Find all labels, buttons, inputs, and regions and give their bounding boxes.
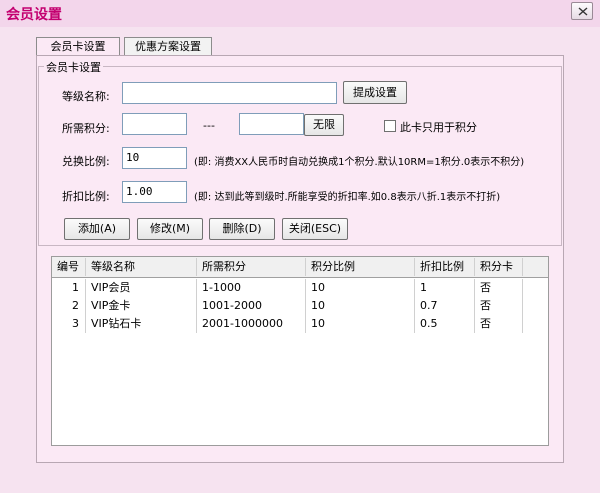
column-header[interactable]: 编号	[52, 258, 86, 276]
table-cell: 0.7	[415, 297, 475, 315]
title-bar: 会员设置	[0, 0, 600, 27]
points-only-checkbox[interactable]	[384, 120, 396, 132]
table-cell: 2	[52, 297, 86, 315]
table-row[interactable]: 3 VIP钻石卡 2001-1000000 10 0.5 否	[52, 315, 548, 333]
add-button[interactable]: 添加(A)	[64, 218, 130, 240]
table-cell: 1001-2000	[197, 297, 306, 315]
delete-button[interactable]: 删除(D)	[209, 218, 275, 240]
table-row[interactable]: 2 VIP金卡 1001-2000 10 0.7 否	[52, 297, 548, 315]
table-cell: 0.5	[415, 315, 475, 333]
column-header[interactable]: 积分卡	[475, 258, 523, 276]
tab-member-card-settings[interactable]: 会员卡设置	[36, 37, 120, 56]
table-header: 编号 等级名称 所需积分 积分比例 折扣比例 积分卡	[52, 257, 548, 278]
unlimited-button[interactable]: 无限	[304, 114, 344, 136]
table-cell: VIP会员	[86, 279, 197, 297]
table-cell: 10	[306, 279, 415, 297]
column-header[interactable]: 折扣比例	[415, 258, 475, 276]
points-from-input[interactable]	[122, 113, 187, 135]
table-cell: VIP金卡	[86, 297, 197, 315]
ratio-label: 兑换比例:	[62, 155, 110, 168]
ratio-hint: (即: 消费XX人民币时自动兑换成1个积分.默认10RM=1积分.0表示不积分)	[194, 157, 525, 168]
level-name-label: 等级名称:	[62, 90, 110, 103]
column-header[interactable]: 积分比例	[306, 258, 415, 276]
column-header[interactable]: 等级名称	[86, 258, 197, 276]
commission-settings-button[interactable]: 提成设置	[343, 81, 407, 104]
discount-label: 折扣比例:	[62, 190, 110, 203]
points-label: 所需积分:	[62, 122, 110, 135]
table-cell: 10	[306, 315, 415, 333]
close-icon	[578, 7, 588, 16]
table-cell: VIP钻石卡	[86, 315, 197, 333]
member-level-table[interactable]: 编号 等级名称 所需积分 积分比例 折扣比例 积分卡 1 VIP会员 1-100…	[51, 256, 549, 446]
points-only-label: 此卡只用于积分	[400, 121, 477, 134]
table-cell: 10	[306, 297, 415, 315]
table-cell: 3	[52, 315, 86, 333]
discount-hint: (即: 达到此等到级时.所能享受的折扣率.如0.8表示八折.1表示不打折)	[194, 192, 501, 203]
edit-button[interactable]: 修改(M)	[137, 218, 203, 240]
column-header[interactable]: 所需积分	[197, 258, 306, 276]
group-label: 会员卡设置	[44, 59, 103, 75]
table-cell: 2001-1000000	[197, 315, 306, 333]
window-title: 会员设置	[6, 7, 62, 23]
table-cell: 1	[415, 279, 475, 297]
close-button[interactable]: 关闭(ESC)	[282, 218, 348, 240]
tab-discount-plan-settings[interactable]: 优惠方案设置	[124, 37, 212, 56]
level-name-input[interactable]	[122, 82, 337, 104]
close-window-button[interactable]	[571, 2, 593, 20]
table-row[interactable]: 1 VIP会员 1-1000 10 1 否	[52, 279, 548, 297]
table-cell: 否	[475, 279, 523, 297]
table-cell: 1	[52, 279, 86, 297]
table-cell: 否	[475, 297, 523, 315]
points-to-input[interactable]	[239, 113, 304, 135]
discount-input[interactable]: 1.00	[122, 181, 187, 203]
table-cell: 否	[475, 315, 523, 333]
ratio-input[interactable]: 10	[122, 147, 187, 169]
points-separator: ---	[203, 119, 215, 132]
table-cell: 1-1000	[197, 279, 306, 297]
